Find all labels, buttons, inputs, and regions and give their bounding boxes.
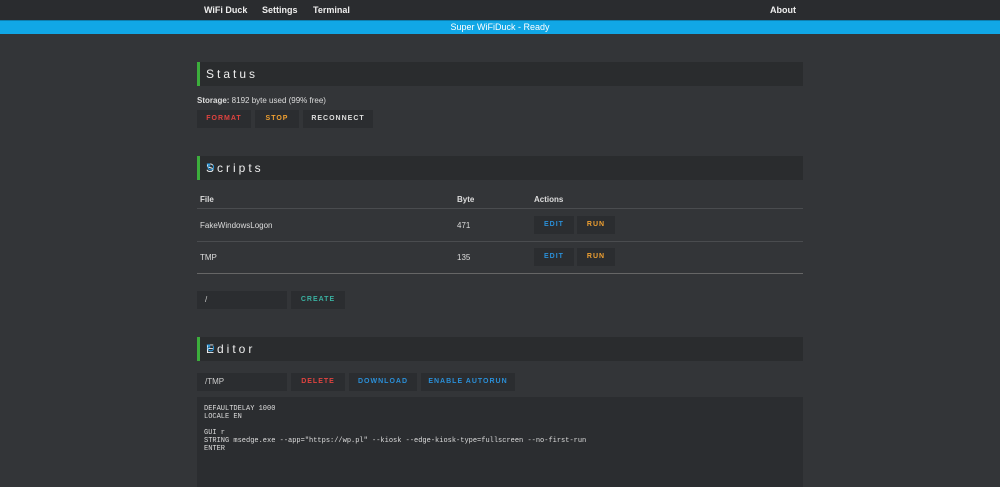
nav-settings[interactable]: Settings — [262, 5, 298, 15]
top-nav: WiFi Duck Settings Terminal About — [0, 0, 1000, 20]
file-name[interactable]: TMP — [200, 253, 217, 262]
filename-input[interactable]: /TMP — [197, 373, 287, 391]
create-button[interactable]: CREATE — [291, 291, 345, 309]
edit-button[interactable]: EDIT — [534, 248, 574, 266]
refresh-icon[interactable]: ↻ — [206, 161, 795, 174]
file-size: 135 — [457, 253, 471, 262]
status-title: Status — [206, 67, 259, 81]
col-byte: Byte — [457, 195, 475, 204]
stop-button[interactable]: STOP — [255, 110, 299, 128]
script-editor[interactable]: DEFAULTDELAY 1000 LOCALE EN GUI r STRING… — [197, 397, 803, 487]
file-size: 471 — [457, 221, 471, 230]
reconnect-button[interactable]: RECONNECT — [303, 110, 373, 128]
format-button[interactable]: FORMAT — [197, 110, 251, 128]
enable-autorun-button[interactable]: ENABLE AUTORUN — [421, 373, 515, 391]
scripts-header: Scripts ↻ — [197, 156, 803, 180]
editor-header: Editor ↻ — [197, 337, 803, 361]
status-bar: Super WiFiDuck - Ready — [0, 20, 1000, 34]
col-file: File — [200, 195, 214, 204]
nav-wifi-duck[interactable]: WiFi Duck — [204, 5, 247, 15]
nav-terminal[interactable]: Terminal — [313, 5, 350, 15]
storage-label: Storage: — [197, 96, 230, 105]
nav-about[interactable]: About — [770, 5, 796, 15]
storage-info: Storage: 8192 byte used (99% free) — [197, 96, 326, 105]
edit-button[interactable]: EDIT — [534, 216, 574, 234]
delete-button[interactable]: DELETE — [291, 373, 345, 391]
status-header: Status — [197, 62, 803, 86]
run-button[interactable]: RUN — [577, 216, 615, 234]
new-file-input[interactable]: / — [197, 291, 287, 309]
file-name[interactable]: FakeWindowsLogon — [200, 221, 272, 230]
col-actions: Actions — [534, 195, 564, 204]
refresh-icon[interactable]: ↻ — [206, 342, 795, 355]
download-button[interactable]: DOWNLOAD — [349, 373, 417, 391]
run-button[interactable]: RUN — [577, 248, 615, 266]
storage-value: 8192 byte used (99% free) — [229, 96, 326, 105]
